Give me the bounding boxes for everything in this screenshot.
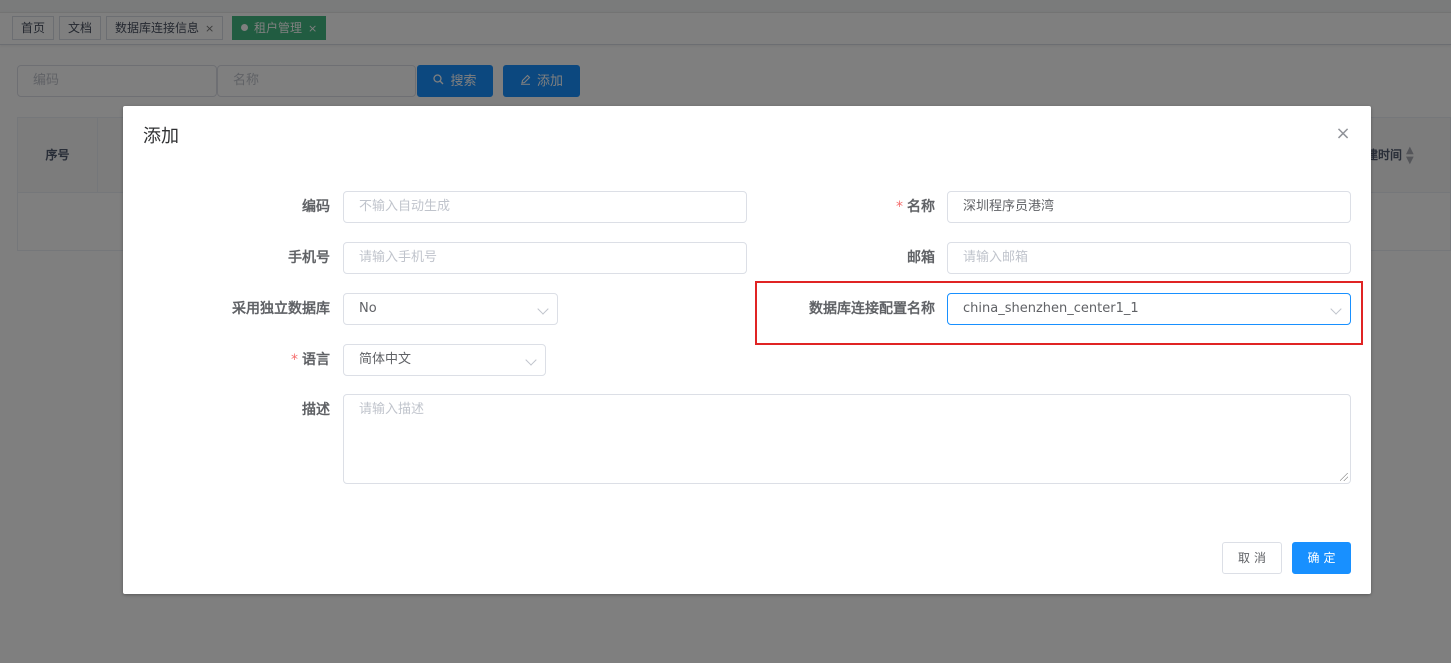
standalone-db-select[interactable]: No [343,293,558,325]
chevron-down-icon [1330,303,1342,315]
select-value: 简体中文 [359,352,412,367]
db-config-label-text: 数据库连接配置名称 [809,301,935,317]
chevron-down-icon [537,303,549,315]
db-config-label: 数据库连接配置名称 [755,293,935,325]
code-label: 编码 [123,191,330,223]
language-label-text: 语言 [302,352,330,368]
standalone-db-label: 采用独立数据库 [123,293,330,325]
language-label: * 语言 [123,344,330,376]
chevron-down-icon [525,354,537,366]
resize-handle-icon[interactable] [1340,473,1348,481]
required-mark: * [291,352,298,368]
email-label: 邮箱 [755,242,935,274]
description-label-text: 描述 [302,402,330,418]
code-input[interactable]: 不输入自动生成 [343,191,747,223]
add-tenant-dialog: 添加 × 编码 不输入自动生成 * 名称 深圳程序员港湾 手机号 请输入手机号 邮… [123,106,1371,594]
close-icon[interactable]: × [1333,124,1353,144]
name-label: * 名称 [755,191,935,223]
description-textarea[interactable]: 请输入描述 [343,394,1351,484]
select-value: china_shenzhen_center1_1 [963,301,1139,316]
phone-label: 手机号 [123,242,330,274]
standalone-db-label-text: 采用独立数据库 [232,301,330,317]
textarea-placeholder: 请输入描述 [359,402,425,417]
email-input[interactable]: 请输入邮箱 [947,242,1351,274]
required-mark: * [896,199,903,215]
confirm-button[interactable]: 确定 [1292,542,1351,574]
phone-input[interactable]: 请输入手机号 [343,242,747,274]
db-config-select[interactable]: china_shenzhen_center1_1 [947,293,1351,325]
phone-label-text: 手机号 [288,250,330,266]
name-input[interactable]: 深圳程序员港湾 [947,191,1351,223]
email-label-text: 邮箱 [907,250,935,266]
description-label: 描述 [123,394,330,426]
code-label-text: 编码 [302,199,330,215]
language-select[interactable]: 简体中文 [343,344,546,376]
dialog-title: 添加 [143,126,179,147]
select-value: No [359,301,377,316]
cancel-button[interactable]: 取消 [1222,542,1282,574]
name-label-text: 名称 [907,199,935,215]
